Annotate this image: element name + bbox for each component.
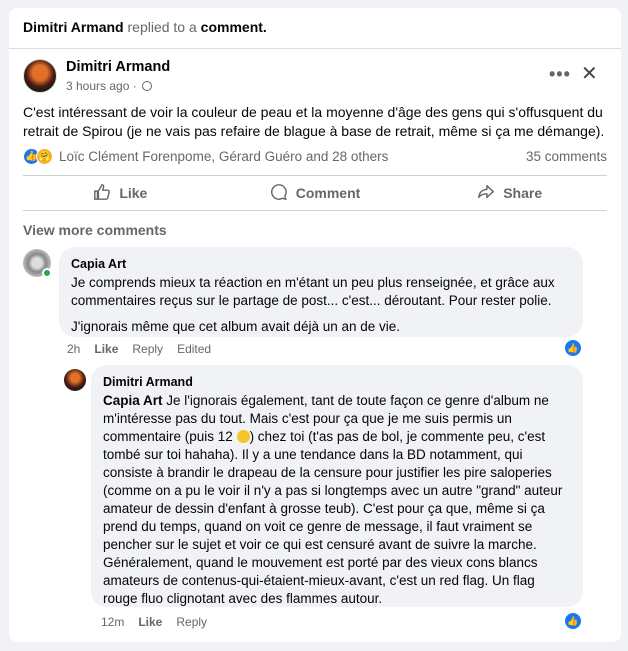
- comment-label: Comment: [295, 185, 361, 201]
- comment-paragraph: Je comprends mieux ta réaction en m'étan…: [71, 275, 555, 308]
- comment-text: Je comprends mieux ta réaction en m'étan…: [71, 274, 571, 336]
- comment-meta: 2h Like Reply Edited: [67, 342, 211, 356]
- online-status-indicator: [42, 268, 52, 278]
- post-author[interactable]: Dimitri Armand: [66, 59, 170, 75]
- close-icon[interactable]: ✕: [581, 61, 598, 86]
- comment-time[interactable]: 2h: [67, 342, 80, 356]
- divider: [9, 48, 621, 49]
- post-card: Dimitri Armand replied to a comment. Dim…: [9, 8, 621, 642]
- like-button[interactable]: Like: [23, 176, 218, 210]
- view-more-comments[interactable]: View more comments: [23, 222, 167, 238]
- like-label: Like: [119, 185, 148, 201]
- reply-like-button[interactable]: Like: [138, 615, 162, 629]
- reply-author-avatar[interactable]: [64, 369, 86, 391]
- reply-meta: 12m Like Reply: [101, 615, 207, 629]
- share-icon: [477, 183, 495, 204]
- notification-action: replied to a: [127, 19, 197, 35]
- author-avatar[interactable]: [23, 59, 57, 93]
- reactions-summary[interactable]: 👍 🤗 Loïc Clément Forenpome, Gérard Guéro…: [23, 147, 388, 165]
- care-reaction-icon: 🤗: [36, 147, 53, 165]
- share-label: Share: [503, 185, 543, 201]
- comments-count[interactable]: 35 comments: [526, 149, 607, 164]
- comment-bubble: Capia Art Je comprends mieux ta réaction…: [59, 247, 583, 337]
- comment-reply-button[interactable]: Reply: [132, 342, 163, 356]
- reply-author[interactable]: Dimitri Armand: [103, 373, 571, 391]
- comment-author[interactable]: Capia Art: [71, 255, 571, 273]
- notification-target[interactable]: comment.: [201, 19, 267, 35]
- comment-edited-label: Edited: [177, 342, 212, 356]
- comment-button[interactable]: Comment: [218, 176, 413, 210]
- more-options-icon[interactable]: •••: [549, 64, 571, 85]
- comment-paragraph: J'ignorais même que cet album avait déjà…: [71, 319, 401, 334]
- reply-reply-button[interactable]: Reply: [176, 615, 207, 629]
- reply-text-part: ) chez toi (t'as pas de bol, je commente…: [103, 429, 563, 606]
- reply-time[interactable]: 12m: [101, 615, 124, 629]
- comment-icon: [270, 183, 288, 204]
- globe-icon: [142, 81, 153, 91]
- post-actions: Like Comment Share: [23, 175, 607, 211]
- reply-like-reaction-icon[interactable]: 👍: [565, 613, 581, 629]
- reply-text: Capia Art Je l'ignorais également, tant …: [103, 392, 571, 608]
- notification-actor[interactable]: Dimitri Armand: [23, 19, 124, 35]
- reply-bubble: Dimitri Armand Capia Art Je l'ignorais é…: [91, 365, 583, 607]
- notification-header: Dimitri Armand replied to a comment.: [23, 19, 267, 35]
- reactions-text[interactable]: Loïc Clément Forenpome, Gérard Guéro and…: [59, 149, 388, 164]
- comment-like-reaction-icon[interactable]: 👍: [565, 340, 581, 356]
- reply-mention[interactable]: Capia Art: [103, 393, 163, 408]
- post-meta: 3 hours ago ·: [66, 79, 153, 93]
- post-time[interactable]: 3 hours ago: [66, 79, 129, 93]
- comment-like-button[interactable]: Like: [94, 342, 118, 356]
- post-text: C'est intéressant de voir la couleur de …: [23, 104, 605, 139]
- smile-emoji-icon: [236, 430, 250, 443]
- share-button[interactable]: Share: [412, 176, 607, 210]
- thumbs-up-icon: [93, 183, 111, 204]
